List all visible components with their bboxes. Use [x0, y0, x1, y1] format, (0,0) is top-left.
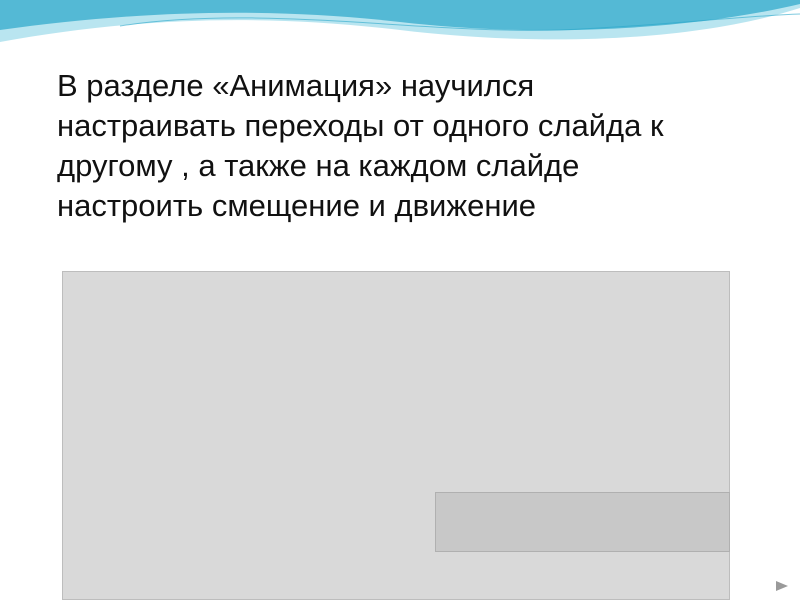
slide-text-line: настроить смещение и движение [57, 188, 537, 223]
slide-text-line: настраивать переходы от одного слайда к [57, 108, 664, 143]
slide-text: В разделе «Анимация» научился настраиват… [57, 66, 777, 226]
wave-header [0, 0, 800, 42]
slide-text-line: другому , а также на каждом слайде [57, 148, 580, 183]
play-arrow-icon[interactable] [774, 580, 790, 592]
slide-text-line: В разделе «Анимация» научился [57, 68, 535, 103]
media-thumbnails [435, 492, 730, 552]
